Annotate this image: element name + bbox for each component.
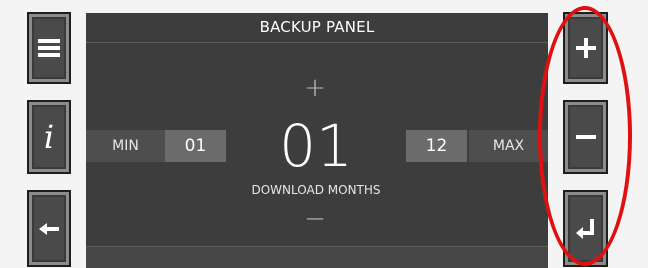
current-value: 01: [279, 112, 353, 180]
backup-panel: BACKUP PANEL + MIN 01 01 12 MAX DOWNLOAD…: [86, 13, 548, 268]
panel-footer: [86, 246, 548, 268]
max-label: MAX: [469, 130, 548, 162]
menu-icon: [38, 39, 60, 57]
value-caption: DOWNLOAD MONTHS: [251, 183, 381, 197]
enter-button[interactable]: [563, 190, 608, 267]
increase-button[interactable]: [563, 12, 608, 84]
panel-title: BACKUP PANEL: [86, 13, 548, 43]
min-value: 01: [165, 130, 226, 162]
decrease-button[interactable]: [563, 100, 608, 174]
menu-button[interactable]: [27, 12, 71, 84]
enter-return-icon: [575, 218, 594, 239]
info-icon: i: [43, 118, 55, 156]
decrease-indicator: −: [304, 204, 326, 234]
arrow-left-icon: [39, 222, 59, 235]
back-button[interactable]: [27, 190, 71, 267]
min-label: MIN: [86, 130, 165, 162]
max-value: 12: [406, 130, 467, 162]
plus-icon: [575, 38, 596, 58]
minus-icon: [575, 135, 596, 139]
info-button[interactable]: i: [27, 100, 71, 174]
increase-indicator: +: [304, 73, 326, 103]
